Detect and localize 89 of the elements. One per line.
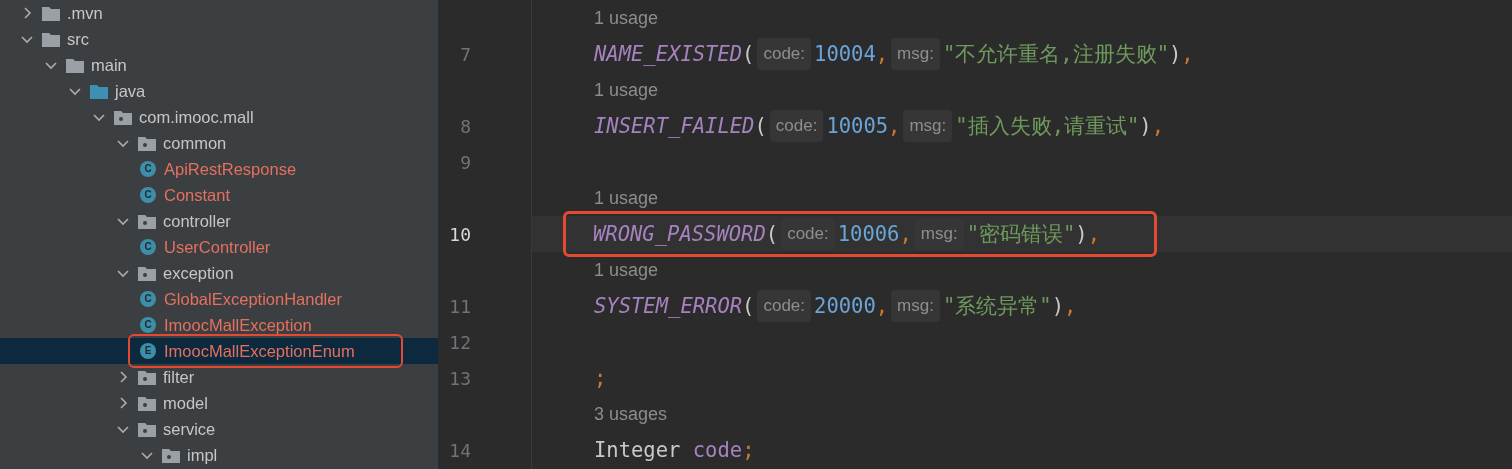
string-literal: "系统异常" [942,292,1052,320]
package-folder-icon [138,135,156,151]
enum-constant: NAME_EXISTED [594,40,743,68]
folder-icon [42,5,60,21]
string-literal: "插入失败,请重试" [955,112,1140,140]
line-number: 14 [449,438,471,463]
usage-hint[interactable]: 1 usage [594,4,659,32]
tree-item[interactable]: ImoocMallException [164,312,312,338]
code-token: ) [1169,40,1182,68]
code-token: Integer [594,436,682,464]
line-number: 8 [460,114,471,139]
parameter-hint: msg: [914,218,964,250]
package-folder-icon [138,369,156,385]
package-folder-icon [138,395,156,411]
code-token: , [899,220,912,248]
package-folder-icon [138,265,156,281]
package-folder-icon [138,421,156,437]
line-number: 11 [449,294,471,319]
tree-item[interactable]: Constant [164,182,231,208]
enum-constant: WRONG_PASSWORD [593,220,766,248]
enum-icon: E [140,343,156,359]
code-token: , [1181,40,1194,68]
tree-item[interactable]: UserController [164,234,271,260]
tree-item[interactable]: .mvn [67,0,103,26]
parameter-hint: code: [757,290,812,322]
number-literal: 20000 [814,292,876,320]
usage-hint[interactable]: 3 usages [594,400,668,428]
code-token: , [888,112,901,140]
parameter-hint: code: [769,110,824,142]
string-literal: "密码错误" [966,220,1076,248]
line-number: 13 [449,366,471,391]
parameter-hint: code: [757,38,812,70]
code-token: ( [742,292,755,320]
code-token: ( [742,40,755,68]
code-token: ; [742,436,755,464]
code-token: , [875,40,889,68]
tree-item[interactable]: common [163,130,227,156]
line-number: 10 [449,222,471,247]
tree-item[interactable]: ApiRestResponse [164,156,297,182]
code-token: , [1087,220,1100,248]
code-token: , [875,292,889,320]
class-icon: C [140,161,156,177]
package-folder-icon [114,109,132,125]
enum-constant: INSERT_FAILED [594,112,755,140]
tree-item[interactable]: model [163,390,208,416]
code-token: ) [1051,292,1064,320]
folder-icon [90,83,108,99]
tree-item[interactable]: filter [163,364,195,390]
tree-item[interactable]: main [91,52,127,78]
tree-item[interactable]: src [67,26,89,52]
usage-hint[interactable]: 1 usage [594,76,659,104]
folder-icon [66,57,84,73]
tree-item[interactable]: exception [163,260,234,286]
code-token: , [1064,292,1077,320]
number-literal: 10005 [826,112,889,140]
code-token: ( [765,220,779,248]
tree-item[interactable]: controller [163,208,231,234]
usage-hint[interactable]: 1 usage [594,184,659,212]
package-folder-icon [162,447,180,463]
class-icon: C [140,291,156,307]
tree-item[interactable]: service [163,416,216,442]
line-number: 9 [460,150,471,175]
tree-item[interactable]: GlobalExceptionHandler [164,286,342,312]
number-literal: 10006 [837,220,900,248]
usage-hint[interactable]: 1 usage [594,256,659,284]
parameter-hint: msg: [891,290,940,322]
parameter-hint: code: [781,218,835,250]
class-icon: C [140,239,156,255]
tree-item[interactable]: ImoocMallExceptionEnum [164,338,355,364]
code-token: ) [1075,220,1088,248]
code-token: ; [594,364,607,392]
parameter-hint: msg: [903,110,953,142]
tree-item[interactable]: impl [187,442,218,468]
line-number: 7 [460,42,471,67]
enum-constant: SYSTEM_ERROR [594,292,743,320]
class-icon: C [140,317,156,333]
tree-item[interactable]: java [115,78,146,104]
folder-icon [42,31,60,47]
code-token: , [1151,112,1164,140]
string-literal: "不允许重名,注册失败" [942,40,1169,68]
field-name: code [692,436,743,464]
code-token: ) [1139,112,1152,140]
number-literal: 10004 [814,40,876,68]
class-icon: C [140,187,156,203]
code-token: ( [754,112,767,140]
parameter-hint: msg: [891,38,940,70]
package-folder-icon [138,213,156,229]
line-number: 12 [449,330,471,355]
tree-item[interactable]: com.imooc.mall [139,104,254,130]
